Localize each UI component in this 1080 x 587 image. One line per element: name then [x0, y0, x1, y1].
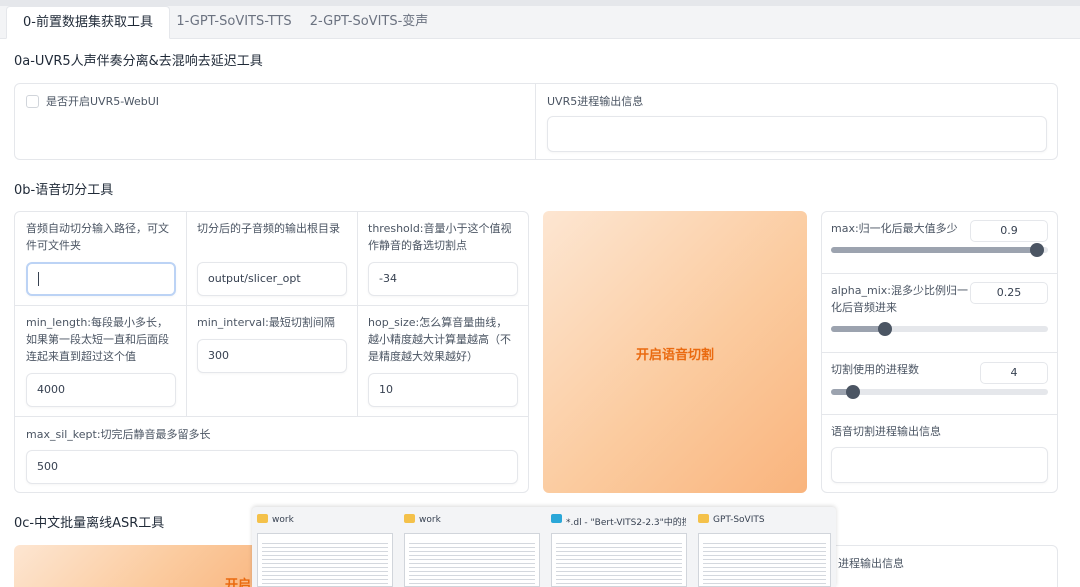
max-slider[interactable]	[831, 243, 1048, 257]
tab-bar: 0-前置数据集获取工具 1-GPT-SoVITS-TTS 2-GPT-SoVIT…	[0, 6, 1080, 39]
tab-gpt-sovits-voice-change[interactable]: 2-GPT-SoVITS-变声	[300, 6, 438, 39]
window-preview-title: work	[419, 515, 441, 525]
slicer-normalize-panel: max:归一化后最大值多少 0.9 alpha_mix:混多少比例归一化后音频进…	[821, 211, 1058, 493]
n-process-slider-thumb[interactable]	[845, 385, 860, 399]
normalize-divider-1	[822, 273, 1057, 274]
max-number-input[interactable]: 0.9	[970, 220, 1048, 242]
start-asr-button[interactable]: 开启	[14, 545, 264, 587]
max-slider-thumb[interactable]	[1030, 243, 1045, 257]
window-preview-title: *.dl - "Bert-VITS2-2.3"中的搜...	[566, 518, 686, 528]
threshold-field[interactable]: -34	[368, 262, 518, 296]
slicer-output-field[interactable]	[831, 447, 1048, 483]
taskbar-window-preview[interactable]: GPT-SoVITS	[693, 507, 836, 587]
slicer-section-title: 0b-语音切分工具	[14, 183, 114, 198]
n-process-number-input[interactable]: 4	[980, 362, 1048, 384]
hop-size-field[interactable]: 10	[368, 373, 518, 407]
folder-icon	[698, 514, 709, 523]
min-interval-label: min_interval:最短切割间隔	[197, 316, 335, 329]
window-preview-image	[257, 533, 393, 587]
start-slicing-button[interactable]: 开启语音切割	[543, 211, 807, 493]
slicer-divider-col2	[357, 212, 358, 416]
text-caret	[38, 272, 39, 286]
normalize-divider-2	[822, 352, 1057, 353]
normalize-divider-3	[822, 414, 1057, 415]
max-label: max:归一化后最大值多少	[831, 222, 958, 235]
alpha-mix-number-input[interactable]: 0.25	[970, 282, 1048, 304]
uvr5-section-title: 0a-UVR5人声伴奏分离&去混响去延迟工具	[14, 54, 263, 69]
document-icon	[551, 514, 562, 523]
max-sil-kept-field[interactable]: 500	[26, 450, 518, 484]
uvr5-output-label: UVR5进程输出信息	[547, 95, 644, 108]
start-asr-button-label: 开启	[225, 578, 252, 587]
min-length-field[interactable]: 4000	[26, 373, 176, 407]
taskbar-window-preview[interactable]: *.dl - "Bert-VITS2-2.3"中的搜...	[546, 507, 692, 587]
min-length-label: min_length:每段最小多长，如果第一段太短一直和后面段连起来直到超过这个…	[26, 316, 169, 363]
alpha-mix-slider-fill	[831, 326, 886, 332]
window-preview-content	[703, 540, 826, 586]
alpha-mix-slider[interactable]	[831, 322, 1048, 336]
window-preview-title: GPT-SoVITS	[713, 515, 765, 525]
tab-gpt-sovits-tts[interactable]: 1-GPT-SoVITS-TTS	[170, 6, 298, 39]
folder-icon	[404, 514, 415, 523]
uvr5-webui-checkbox-label[interactable]: 是否开启UVR5-WebUI	[46, 93, 159, 110]
taskbar-window-preview[interactable]: work	[399, 507, 545, 587]
tab-dataset-tools[interactable]: 0-前置数据集获取工具	[6, 6, 170, 39]
asr-output-panel: 进程输出信息	[821, 545, 1058, 587]
input-path-field[interactable]	[26, 262, 176, 296]
start-slicing-button-label: 开启语音切割	[635, 348, 714, 363]
window-preview-image	[698, 533, 831, 587]
slicer-divider-row1	[15, 305, 528, 306]
folder-icon	[257, 514, 268, 523]
window-preview-content	[409, 540, 535, 586]
slicer-output-label: 语音切割进程输出信息	[831, 425, 941, 438]
uvr5-panel: 是否开启UVR5-WebUI UVR5进程输出信息	[14, 83, 1058, 160]
uvr5-webui-checkbox[interactable]	[26, 95, 39, 108]
n-process-slider[interactable]	[831, 385, 1048, 399]
asr-section-title: 0c-中文批量离线ASR工具	[14, 516, 165, 531]
window-preview-image	[404, 533, 540, 587]
input-path-label: 音频自动切分输入路径，可文件可文件夹	[26, 222, 169, 252]
taskbar-window-preview[interactable]: work	[252, 507, 398, 587]
max-sil-kept-label: max_sil_kept:切完后静音最多留多长	[26, 428, 211, 441]
slicer-divider-row2	[15, 416, 528, 417]
max-slider-fill	[831, 247, 1038, 253]
taskbar-preview-strip: work work *.dl - "Bert-VITS2-2.3"中的搜... …	[252, 507, 836, 587]
threshold-label: threshold:音量小于这个值视作静音的备选切割点	[368, 222, 512, 252]
slicer-divider-col1	[186, 212, 187, 416]
output-root-field[interactable]: output/slicer_opt	[197, 262, 347, 296]
min-interval-field[interactable]: 300	[197, 339, 347, 373]
alpha-mix-label: alpha_mix:混多少比例归一化后音频进来	[831, 284, 968, 314]
window-preview-content	[556, 540, 682, 586]
uvr5-divider	[535, 84, 536, 159]
window-preview-image	[551, 533, 687, 587]
asr-output-label: 进程输出信息	[838, 557, 904, 570]
output-root-label: 切分后的子音频的输出根目录	[197, 222, 340, 235]
hop-size-label: hop_size:怎么算音量曲线，越小精度越大计算量越高（不是精度越大效果越好）	[368, 316, 511, 363]
alpha-mix-slider-thumb[interactable]	[878, 322, 893, 336]
window-preview-title: work	[272, 515, 294, 525]
window-preview-content	[262, 540, 388, 586]
slicer-params-panel: 音频自动切分输入路径，可文件可文件夹 切分后的子音频的输出根目录 output/…	[14, 211, 529, 493]
n-process-label: 切割使用的进程数	[831, 363, 919, 376]
uvr5-output-field[interactable]	[547, 116, 1047, 152]
